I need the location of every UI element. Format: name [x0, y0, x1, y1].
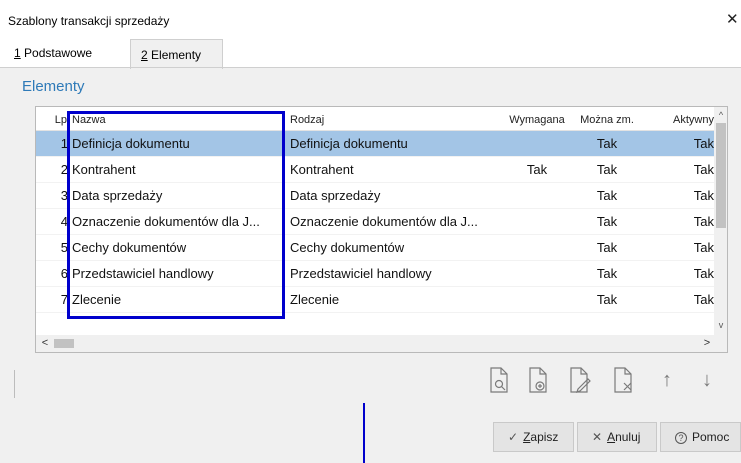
tab-elementy-label: Elementy [147, 48, 202, 62]
table-row[interactable]: 3 Data sprzedaży Data sprzedaży Tak Tak [36, 183, 714, 209]
cell-active: Tak [693, 162, 714, 177]
column-header-required[interactable]: Wymagana [506, 107, 568, 131]
help-button[interactable]: ? Pomoc [660, 422, 741, 452]
cell-required: Tak [526, 162, 548, 177]
left-edge-divider [14, 370, 15, 398]
cell-required [506, 183, 568, 209]
column-header-kind[interactable]: Rodzaj [290, 107, 490, 131]
cancel-label: nuluj [615, 430, 641, 444]
cell-required [506, 209, 568, 235]
cell-kind: Definicja dokumentu [290, 136, 408, 151]
table-row[interactable]: 5 Cechy dokumentów Cechy dokumentów Tak … [36, 235, 714, 261]
cell-required [506, 131, 568, 157]
cell-kind: Zlecenie [290, 292, 340, 307]
cancel-mnemonic: A [607, 430, 616, 444]
cell-name: Cechy dokumentów [72, 240, 187, 255]
horizontal-scrollbar[interactable]: < > [36, 335, 727, 352]
cell-active: Tak [693, 136, 714, 151]
cell-lp: 6 [60, 266, 68, 281]
cell-kind: Kontrahent [290, 162, 354, 177]
table-row[interactable]: 1 Definicja dokumentu Definicja dokument… [36, 131, 714, 157]
elements-grid[interactable]: Lp Nazwa Rodzaj Wymagana Można zm. Aktyw… [35, 106, 728, 353]
tab-bar: 1 Podstawowe 2 Elementy [0, 38, 741, 69]
cell-kind: Oznaczenie dokumentów dla J... [290, 214, 478, 229]
scroll-right-icon[interactable]: > [700, 335, 714, 352]
cell-name: Zlecenie [72, 292, 122, 307]
column-header-active[interactable]: Aktywny [652, 107, 714, 131]
cell-lp: 5 [60, 240, 68, 255]
blue-marker-line [363, 403, 365, 463]
cell-name: Oznaczenie dokumentów dla J... [72, 214, 260, 229]
cell-required [506, 287, 568, 313]
cell-lp: 2 [60, 162, 68, 177]
window-title: Szablony transakcji sprzedaży [8, 14, 170, 28]
column-header-changeable[interactable]: Można zm. [576, 107, 638, 131]
cell-lp: 1 [60, 136, 68, 151]
cell-required [506, 261, 568, 287]
column-header-lp[interactable]: Lp [36, 107, 69, 131]
save-label: apisz [530, 430, 559, 444]
document-preview-icon[interactable] [486, 366, 512, 394]
table-row[interactable]: 6 Przedstawiciel handlowy Przedstawiciel… [36, 261, 714, 287]
tab-elementy-mnemonic: 2 [141, 48, 148, 62]
arrow-down-icon[interactable]: ↓ [694, 366, 720, 394]
cell-active: Tak [693, 188, 714, 203]
column-header-name[interactable]: Nazwa [72, 107, 272, 131]
cell-lp: 4 [60, 214, 68, 229]
cell-changeable: Tak [596, 188, 618, 203]
help-icon: ? [675, 432, 687, 444]
cell-changeable: Tak [596, 240, 618, 255]
tab-podstawowe-mnemonic: 1 [14, 46, 21, 60]
table-row[interactable]: 7 Zlecenie Zlecenie Tak Tak [36, 287, 714, 313]
cell-name: Definicja dokumentu [72, 136, 190, 151]
cell-changeable: Tak [596, 292, 618, 307]
cell-kind: Cechy dokumentów [290, 240, 405, 255]
cell-kind: Data sprzedaży [290, 188, 381, 203]
cell-lp: 7 [60, 292, 68, 307]
scroll-left-icon[interactable]: < [38, 335, 52, 352]
cell-lp: 3 [60, 188, 68, 203]
scroll-down-icon[interactable]: v [714, 318, 727, 332]
cell-active: Tak [693, 240, 714, 255]
table-row[interactable]: 2 Kontrahent Kontrahent Tak Tak Tak [36, 157, 714, 183]
cell-name: Data sprzedaży [72, 188, 163, 203]
scroll-up-icon[interactable]: ^ [714, 108, 727, 122]
close-small-icon: ✕ [592, 430, 603, 444]
cell-changeable: Tak [596, 266, 618, 281]
cell-kind: Przedstawiciel handlowy [290, 266, 432, 281]
cell-name: Kontrahent [72, 162, 136, 177]
vertical-scroll-thumb[interactable] [716, 123, 726, 228]
cancel-button[interactable]: ✕ Anuluj [577, 422, 657, 452]
tab-elementy[interactable]: 2 Elementy [130, 39, 223, 69]
tab-podstawowe[interactable]: 1 Podstawowe [6, 40, 100, 68]
check-icon: ✓ [508, 430, 519, 444]
cell-active: Tak [693, 266, 714, 281]
horizontal-scroll-thumb[interactable] [54, 339, 74, 348]
table-row[interactable]: 4 Oznaczenie dokumentów dla J... Oznacze… [36, 209, 714, 235]
cell-changeable: Tak [596, 162, 618, 177]
vertical-scrollbar[interactable]: ^ v [714, 107, 727, 335]
tab-separator [0, 67, 741, 68]
cell-name: Przedstawiciel handlowy [72, 266, 214, 281]
grid-header: Lp Nazwa Rodzaj Wymagana Można zm. Aktyw… [36, 107, 714, 131]
title-bar: Szablony transakcji sprzedaży ✕ [0, 0, 741, 38]
document-delete-icon[interactable] [610, 366, 636, 394]
close-icon[interactable]: ✕ [726, 10, 741, 30]
document-add-icon[interactable] [525, 366, 551, 394]
cell-required [506, 235, 568, 261]
cell-changeable: Tak [596, 214, 618, 229]
document-edit-icon[interactable] [566, 366, 592, 394]
cell-active: Tak [693, 214, 714, 229]
section-title: Elementy [22, 78, 85, 95]
save-button[interactable]: ✓ Zapisz [493, 422, 574, 452]
tab-podstawowe-label: Podstawowe [20, 46, 93, 60]
dialog-window: Szablony transakcji sprzedaży ✕ 1 Podsta… [0, 0, 741, 463]
cell-changeable: Tak [596, 136, 618, 151]
help-label: Pomoc [692, 430, 730, 444]
arrow-up-icon[interactable]: ↑ [654, 366, 680, 394]
cell-active: Tak [693, 292, 714, 307]
